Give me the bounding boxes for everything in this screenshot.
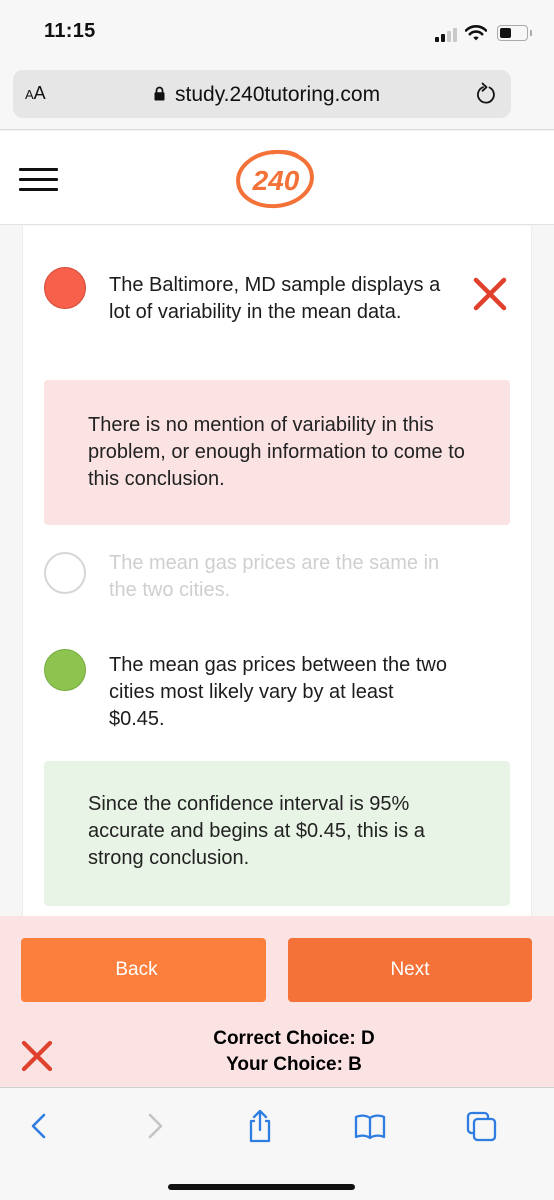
battery-icon	[497, 25, 528, 41]
forward-icon[interactable]	[138, 1109, 170, 1143]
battery-nub	[530, 30, 532, 36]
next-button[interactable]: Next	[288, 938, 532, 1002]
hamburger-menu-icon[interactable]	[19, 168, 58, 192]
reload-icon[interactable]	[475, 82, 497, 106]
result-panel: Back Next Correct Choice: D Your Choice:…	[0, 916, 554, 1088]
back-icon[interactable]	[24, 1109, 56, 1143]
svg-text:240: 240	[252, 165, 300, 196]
radio-unselected[interactable]	[44, 552, 86, 594]
bookmarks-icon[interactable]	[354, 1109, 386, 1143]
option-text: The mean gas prices are the same in the …	[109, 552, 440, 601]
share-icon[interactable]	[244, 1109, 276, 1143]
url-text[interactable]: study.240tutoring.com	[175, 83, 380, 107]
site-header: 240	[0, 131, 554, 225]
browser-address-area: AA study.240tutoring.com	[0, 66, 554, 130]
x-icon	[473, 277, 507, 311]
signal-icon	[435, 28, 459, 42]
browser-toolbar	[0, 1089, 554, 1200]
feedback-text: There is no mention of variability in th…	[88, 414, 465, 490]
question-card: The Baltimore, MD sample displays a lot …	[22, 226, 532, 916]
battery-level	[500, 28, 511, 38]
logo-240[interactable]: 240	[233, 143, 317, 211]
feedback-text: Since the confidence interval is 95% acc…	[88, 793, 425, 869]
home-indicator	[168, 1184, 355, 1190]
your-choice-text: Your Choice: B	[226, 1054, 362, 1075]
lock-icon	[154, 86, 165, 101]
status-bar: 11:15	[0, 0, 554, 66]
back-button[interactable]: Back	[21, 938, 266, 1002]
text-size-button[interactable]: AA	[25, 83, 46, 104]
tabs-icon[interactable]	[466, 1109, 498, 1143]
radio-selected-wrong[interactable]	[44, 267, 86, 309]
wifi-icon	[465, 25, 487, 41]
address-bar[interactable]: AA study.240tutoring.com	[13, 70, 511, 118]
result-summary: Correct Choice: D Your Choice: B	[0, 1026, 554, 1078]
feedback-wrong: There is no mention of variability in th…	[44, 380, 510, 525]
status-time: 11:15	[44, 20, 96, 42]
option-text: The Baltimore, MD sample displays a lot …	[109, 274, 441, 323]
correct-choice-text: Correct Choice: D	[213, 1028, 375, 1049]
radio-correct[interactable]	[44, 649, 86, 691]
option-text: The mean gas prices between the two citi…	[109, 654, 447, 730]
feedback-correct: Since the confidence interval is 95% acc…	[44, 761, 510, 906]
